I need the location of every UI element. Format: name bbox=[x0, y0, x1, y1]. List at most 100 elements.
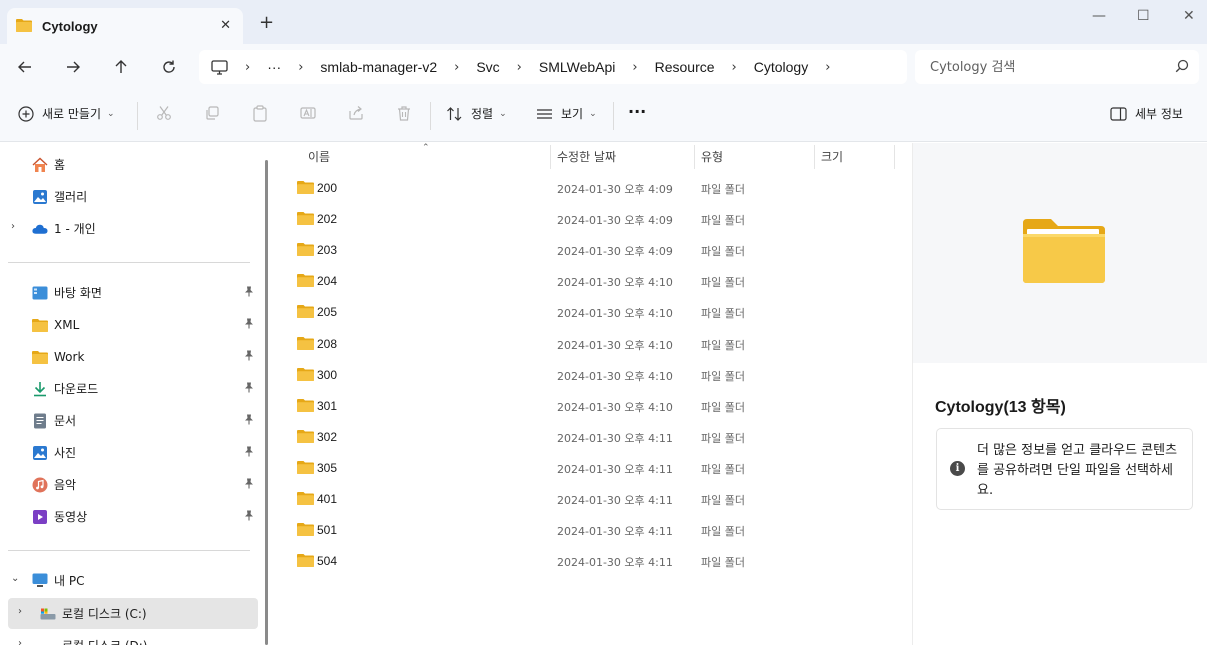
table-row[interactable]: 205 2024-01-30 오후 4:10 파일 폴더 bbox=[290, 296, 890, 327]
breadcrumb-item-smlwebapi[interactable]: SMLWebApi bbox=[539, 59, 616, 75]
column-header-type[interactable]: 유형 bbox=[701, 143, 723, 170]
forward-button[interactable] bbox=[60, 54, 86, 80]
sidebar-item-documents[interactable]: 문서 bbox=[8, 405, 258, 436]
cut-button[interactable] bbox=[156, 105, 172, 121]
view-button[interactable]: 보기 ⌄ bbox=[536, 105, 597, 122]
close-window-button[interactable]: ✕ bbox=[1183, 8, 1195, 24]
pin-icon[interactable] bbox=[244, 478, 254, 492]
column-divider[interactable] bbox=[894, 145, 895, 169]
pin-icon[interactable] bbox=[244, 382, 254, 396]
breadcrumb[interactable]: › ··· › smlab-manager-v2 › Svc › SMLWebA… bbox=[199, 50, 907, 84]
pin-icon[interactable] bbox=[244, 350, 254, 364]
details-pane-label: 세부 정보 bbox=[1135, 107, 1183, 121]
back-button[interactable] bbox=[12, 54, 38, 80]
column-divider[interactable] bbox=[550, 145, 551, 169]
chevron-right-icon[interactable]: › bbox=[11, 221, 15, 232]
column-header-size[interactable]: 크기 bbox=[821, 143, 843, 170]
sidebar-item-drive-c[interactable]: › 로컬 디스크 (C:) bbox=[8, 598, 258, 629]
breadcrumb-item-cytology[interactable]: Cytology bbox=[754, 59, 808, 75]
file-type: 파일 폴더 bbox=[701, 369, 745, 383]
sidebar-item-xml[interactable]: XML bbox=[8, 309, 258, 340]
table-row[interactable]: 504 2024-01-30 오후 4:11 파일 폴더 bbox=[290, 545, 890, 576]
table-row[interactable]: 301 2024-01-30 오후 4:10 파일 폴더 bbox=[290, 390, 890, 421]
sort-button[interactable]: 정렬 ⌄ bbox=[446, 105, 507, 122]
sidebar-item-music[interactable]: 음악 bbox=[8, 469, 258, 500]
tab-close-icon[interactable]: ✕ bbox=[220, 18, 231, 33]
sidebar-item-drive-d[interactable]: › 로컬 디스크 (D:) bbox=[8, 630, 258, 645]
breadcrumb-separator-icon: › bbox=[516, 59, 522, 75]
sidebar-scrollbar[interactable] bbox=[265, 160, 268, 645]
table-row[interactable]: 300 2024-01-30 오후 4:10 파일 폴더 bbox=[290, 359, 890, 390]
preview-area bbox=[913, 143, 1207, 363]
table-row[interactable]: 302 2024-01-30 오후 4:11 파일 폴더 bbox=[290, 421, 890, 452]
pin-icon[interactable] bbox=[244, 286, 254, 300]
column-header-date[interactable]: 수정한 날짜 bbox=[557, 143, 616, 170]
table-row[interactable]: 401 2024-01-30 오후 4:11 파일 폴더 bbox=[290, 483, 890, 514]
drive-icon bbox=[40, 606, 56, 622]
minimize-button[interactable]: — bbox=[1092, 8, 1106, 24]
copy-button[interactable] bbox=[204, 105, 220, 121]
table-row[interactable]: 200 2024-01-30 오후 4:09 파일 폴더 bbox=[290, 172, 890, 203]
breadcrumb-item-svc[interactable]: Svc bbox=[476, 59, 499, 75]
sidebar-item-videos[interactable]: 동영상 bbox=[8, 501, 258, 532]
sidebar-item-this-pc[interactable]: ⌄ 내 PC bbox=[8, 565, 258, 596]
chevron-right-icon[interactable]: › bbox=[18, 606, 22, 617]
column-divider[interactable] bbox=[694, 145, 695, 169]
details-pane-button[interactable]: 세부 정보 bbox=[1110, 105, 1183, 122]
sidebar-item-onedrive[interactable]: › 1 - 개인 bbox=[8, 213, 258, 244]
tab-cytology[interactable]: Cytology ✕ bbox=[7, 8, 243, 44]
column-header-name[interactable]: 이름 bbox=[308, 143, 330, 170]
file-name: 305 bbox=[317, 460, 338, 475]
up-button[interactable] bbox=[108, 54, 134, 80]
onedrive-icon bbox=[32, 221, 48, 237]
file-type: 파일 폴더 bbox=[701, 431, 745, 445]
file-modified-date: 2024-01-30 오후 4:10 bbox=[557, 307, 673, 321]
chevron-right-icon[interactable]: › bbox=[18, 638, 22, 645]
more-options-button[interactable]: ··· bbox=[628, 102, 646, 121]
details-pane-icon bbox=[1110, 106, 1127, 121]
arrow-right-icon bbox=[67, 61, 80, 73]
breadcrumb-item-smlab-manager-v2[interactable]: smlab-manager-v2 bbox=[320, 59, 437, 75]
share-button[interactable] bbox=[348, 105, 364, 121]
search-input[interactable] bbox=[930, 59, 1170, 75]
column-divider[interactable] bbox=[814, 145, 815, 169]
sidebar-item-home[interactable]: 홈 bbox=[8, 149, 258, 180]
new-tab-button[interactable]: + bbox=[259, 14, 274, 32]
new-button-label: 새로 만들기 bbox=[42, 107, 102, 121]
folder-icon bbox=[1021, 217, 1107, 288]
search-icon[interactable] bbox=[1175, 59, 1189, 76]
breadcrumb-item-resource[interactable]: Resource bbox=[655, 59, 715, 75]
sidebar-item-work[interactable]: Work bbox=[8, 341, 258, 372]
breadcrumb-overflow[interactable]: ··· bbox=[267, 59, 281, 75]
refresh-button[interactable] bbox=[156, 54, 182, 80]
paste-button[interactable] bbox=[252, 105, 268, 122]
table-row[interactable]: 501 2024-01-30 오후 4:11 파일 폴더 bbox=[290, 514, 890, 545]
sidebar-item-label: 로컬 디스크 (C:) bbox=[62, 607, 147, 621]
table-row[interactable]: 204 2024-01-30 오후 4:10 파일 폴더 bbox=[290, 265, 890, 296]
new-button[interactable]: 새로 만들기 ⌄ bbox=[18, 105, 115, 122]
table-row[interactable]: 203 2024-01-30 오후 4:09 파일 폴더 bbox=[290, 234, 890, 265]
file-type: 파일 폴더 bbox=[701, 338, 745, 352]
pin-icon[interactable] bbox=[244, 510, 254, 524]
file-type: 파일 폴더 bbox=[701, 494, 745, 507]
rename-button[interactable] bbox=[300, 105, 316, 121]
chevron-down-icon[interactable]: ⌄ bbox=[11, 573, 19, 584]
sidebar-item-pictures[interactable]: 사진 bbox=[8, 437, 258, 468]
view-button-label: 보기 bbox=[561, 107, 584, 121]
table-row[interactable]: 202 2024-01-30 오후 4:09 파일 폴더 bbox=[290, 203, 890, 234]
pin-icon[interactable] bbox=[244, 446, 254, 460]
table-row[interactable]: 305 2024-01-30 오후 4:11 파일 폴더 bbox=[290, 452, 890, 483]
file-name: 200 bbox=[317, 181, 338, 195]
file-type: 파일 폴더 bbox=[701, 245, 745, 259]
delete-button[interactable] bbox=[396, 105, 412, 121]
maximize-button[interactable]: ☐ bbox=[1137, 8, 1150, 24]
pin-icon[interactable] bbox=[244, 414, 254, 428]
pin-icon[interactable] bbox=[244, 318, 254, 332]
sidebar-item-gallery[interactable]: 갤러리 bbox=[8, 181, 258, 212]
gallery-icon bbox=[32, 189, 48, 205]
sidebar-item-desktop[interactable]: 바탕 화면 bbox=[8, 277, 258, 308]
breadcrumb-expand-icon[interactable]: › bbox=[825, 60, 830, 75]
sidebar-item-downloads[interactable]: 다운로드 bbox=[8, 373, 258, 404]
table-row[interactable]: 208 2024-01-30 오후 4:10 파일 폴더 bbox=[290, 328, 890, 359]
search-box[interactable] bbox=[915, 50, 1199, 84]
